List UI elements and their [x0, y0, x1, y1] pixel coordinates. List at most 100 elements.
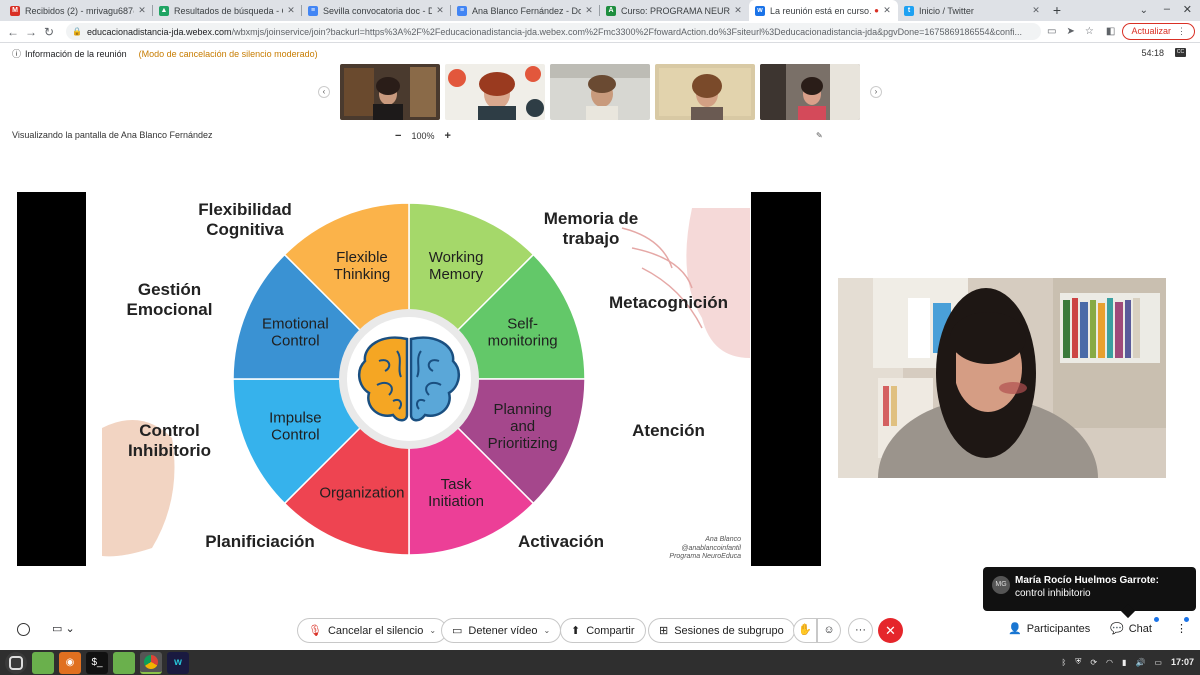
- close-icon[interactable]: ✕: [584, 5, 594, 16]
- tab-curso[interactable]: A Curso: PROGRAMA NEUROED…✕: [600, 0, 749, 21]
- chat-notification[interactable]: MG María Rocío Huelmos Garrote: control …: [983, 567, 1196, 619]
- folder-icon[interactable]: [113, 651, 135, 674]
- chevron-down-icon[interactable]: ⌄: [544, 626, 551, 635]
- raise-hand-button[interactable]: ✋: [793, 618, 817, 643]
- chat-button[interactable]: 💬 Chat: [1110, 622, 1152, 636]
- stop-video-button[interactable]: ▭ Detener vídeo ⌄: [441, 618, 562, 643]
- participants-button[interactable]: 👤 Participantes: [1008, 622, 1090, 636]
- files-icon[interactable]: [32, 651, 54, 674]
- tab-docs-sevilla[interactable]: ≡ Sevilla convocatoria doc - Doc…✕: [302, 0, 451, 21]
- close-window-icon[interactable]: ✕: [1183, 3, 1192, 16]
- more-options-button[interactable]: ···: [848, 618, 873, 643]
- captions-icon[interactable]: CC: [1175, 48, 1186, 57]
- close-icon[interactable]: ✕: [882, 5, 892, 16]
- tab-title: Inicio / Twitter: [919, 5, 974, 16]
- label-text: Activación: [518, 532, 604, 551]
- zoom-in-button[interactable]: +: [444, 130, 450, 142]
- share-button[interactable]: ⬆ Compartir: [560, 618, 646, 643]
- webex-app-icon[interactable]: w: [167, 651, 189, 674]
- zoom-out-button[interactable]: −: [395, 130, 401, 142]
- unmute-button[interactable]: 🎙 Cancelar el silencio ⌄: [297, 618, 448, 643]
- chrome-icon[interactable]: [140, 651, 162, 674]
- minimize-icon[interactable]: –: [1164, 3, 1170, 15]
- docs-icon: ≡: [457, 5, 467, 16]
- lock-icon[interactable]: 🔒: [72, 27, 82, 36]
- tab-docs-ana[interactable]: ≡ Ana Blanco Fernández - Docu…✕: [451, 0, 600, 21]
- forward-icon[interactable]: →: [22, 25, 40, 39]
- participant-video[interactable]: [655, 64, 755, 120]
- close-icon[interactable]: ✕: [286, 5, 296, 16]
- shield-icon[interactable]: ⛨: [1075, 657, 1081, 667]
- reactions-button[interactable]: ☺: [817, 618, 841, 643]
- participant-video[interactable]: [445, 64, 545, 120]
- sidebar-icon[interactable]: ◧: [1106, 26, 1115, 37]
- start-menu-icon[interactable]: [5, 651, 27, 674]
- tab-gmail[interactable]: M Recibidos (2) - mrivagu687@g…✕: [4, 0, 153, 21]
- thumbnails-prev-icon[interactable]: ‹: [318, 86, 330, 98]
- meeting-info-bar: ⓘ Información de la reunión (Modo de can…: [0, 43, 1200, 64]
- info-icon[interactable]: ⓘ: [12, 47, 21, 60]
- participant-video-image: [340, 64, 440, 120]
- tab-drive[interactable]: ▲ Resultados de búsqueda - Go…✕: [153, 0, 302, 21]
- status-icon[interactable]: [17, 623, 30, 636]
- bluetooth-icon[interactable]: ᛒ: [1062, 658, 1067, 667]
- battery-icon[interactable]: ▭: [1154, 658, 1162, 667]
- reactions-menu-icon[interactable]: ▭ ⌄: [52, 622, 75, 635]
- update-icon[interactable]: ⟳: [1090, 658, 1097, 667]
- smiley-icon: ☺: [823, 624, 835, 636]
- menu-icon: ⋮: [1177, 26, 1186, 36]
- send-icon[interactable]: ➤: [1066, 26, 1074, 37]
- stop-video-label: Detener vídeo: [468, 624, 538, 637]
- wifi-icon[interactable]: ◠: [1106, 658, 1113, 667]
- participant-video-image: [445, 64, 545, 120]
- breakout-sessions-button[interactable]: ⊞ Sesiones de subgrupo: [648, 618, 795, 643]
- self-video[interactable]: [838, 278, 1166, 478]
- hand-icon: ✋: [798, 624, 812, 636]
- thumbnails-next-icon[interactable]: ›: [870, 86, 882, 98]
- firefox-icon[interactable]: ◉: [59, 651, 81, 674]
- wheel-segment-label: Working Memory: [429, 249, 484, 283]
- meeting-info-label[interactable]: Información de la reunión: [25, 49, 127, 59]
- url-domain: educacionadistancia-jda.webex.com: [86, 26, 232, 37]
- network-icon[interactable]: ▮: [1122, 658, 1126, 667]
- terminal-icon[interactable]: $_: [86, 651, 108, 674]
- zoom-level: 100%: [411, 131, 435, 141]
- participant-video[interactable]: [550, 64, 650, 120]
- tab-title: Curso: PROGRAMA NEUROED…: [621, 5, 730, 16]
- label-gestion-emocional: Gestión Emocional: [117, 280, 222, 320]
- tab-twitter[interactable]: t Inicio / Twitter ✕: [898, 0, 1047, 21]
- tab-webex-meeting[interactable]: w La reunión está en curso… ● ✕: [749, 0, 898, 21]
- close-icon[interactable]: ✕: [137, 5, 147, 16]
- camera-icon[interactable]: ▭: [1047, 26, 1056, 37]
- gmail-icon: M: [10, 5, 20, 16]
- new-tab-button[interactable]: +: [1047, 0, 1067, 21]
- address-bar[interactable]: 🔒 educacionadistancia-jda.webex.com /wbx…: [66, 23, 1041, 40]
- chat-sender: María Rocío Huelmos Garrote:: [1015, 575, 1159, 586]
- url-path: /wbxmjs/joinservice/join?backurl=https%3…: [231, 26, 1023, 37]
- clock[interactable]: 17:07: [1171, 657, 1194, 667]
- bookmark-star-icon[interactable]: ☆: [1085, 26, 1094, 37]
- leave-meeting-button[interactable]: ✕: [878, 618, 903, 643]
- chevron-down-icon[interactable]: ⌄: [429, 626, 436, 635]
- close-icon[interactable]: ✕: [435, 5, 445, 16]
- recording-icon: ●: [874, 6, 879, 15]
- label-atencion: Atención: [621, 421, 716, 441]
- annotate-icon[interactable]: ✎: [816, 131, 823, 140]
- update-label: Actualizar: [1131, 26, 1171, 36]
- reload-icon[interactable]: ↻: [40, 25, 58, 39]
- tab-search-icon[interactable]: ⌄: [1140, 5, 1148, 16]
- participant-video[interactable]: [340, 64, 440, 120]
- breakout-label: Sesiones de subgrupo: [674, 624, 784, 637]
- update-button[interactable]: Actualizar ⋮: [1122, 23, 1195, 40]
- executive-functions-wheel: Working MemorySelf-monitoringPlanning and P…: [232, 202, 586, 556]
- label-memoria-de-trabajo: Memoria de trabajo: [536, 209, 646, 249]
- tab-title: Recibidos (2) - mrivagu687@g…: [25, 5, 134, 16]
- close-icon[interactable]: ✕: [733, 5, 743, 16]
- more-panels-icon[interactable]: ⋮: [1176, 622, 1187, 635]
- back-icon[interactable]: ←: [4, 25, 22, 39]
- participant-video[interactable]: [760, 64, 860, 120]
- panel-unread-badge: [1184, 617, 1189, 622]
- close-icon[interactable]: ✕: [1031, 5, 1041, 16]
- volume-icon[interactable]: 🔊: [1135, 658, 1145, 667]
- label-text: Planificiación: [205, 532, 315, 551]
